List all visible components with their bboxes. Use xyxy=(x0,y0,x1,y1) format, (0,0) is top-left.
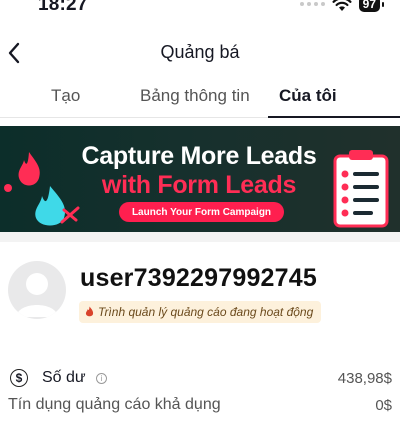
banner-headline: Capture More Leads xyxy=(81,142,317,170)
balance-label: Số dư xyxy=(42,369,86,386)
signal-icon xyxy=(299,2,325,6)
ad-credit-label: Tín dụng quảng cáo khả dụng xyxy=(8,396,221,413)
checklist-icon xyxy=(333,150,389,228)
balance-value: 438,98$ xyxy=(337,370,392,387)
launch-campaign-button[interactable]: Launch Your Form Campaign xyxy=(119,202,284,222)
banner-subheadline: with Form Leads xyxy=(101,171,297,199)
status-bar: 18:27 97 xyxy=(0,0,400,22)
balance-row[interactable]: $ Số dư i 438,98$ xyxy=(8,369,392,391)
tab-mine[interactable]: Của tôi xyxy=(279,86,337,106)
wifi-icon xyxy=(332,0,352,11)
flame-icon xyxy=(85,306,94,317)
status-badge-label: Trình quản lý quảng cáo đang hoạt động xyxy=(98,305,314,319)
section-divider xyxy=(0,232,400,242)
username: user7392297992745 xyxy=(80,264,317,292)
ad-credit-value: 0$ xyxy=(375,397,392,414)
tab-dashboard[interactable]: Bảng thông tin xyxy=(140,86,250,106)
ad-credit-row: Tín dụng quảng cáo khả dụng 0$ xyxy=(8,396,392,418)
dollar-icon: $ xyxy=(10,369,28,387)
promo-banner[interactable]: Capture More Leads with Form Leads Launc… xyxy=(0,126,400,232)
page-title: Quảng bá xyxy=(160,42,240,62)
tab-bar: Tạo Bảng thông tin Của tôi xyxy=(0,78,400,118)
dot-icon xyxy=(4,184,12,192)
tab-create[interactable]: Tạo xyxy=(51,86,80,106)
default-avatar-icon xyxy=(16,273,58,317)
header: Quảng bá xyxy=(0,32,400,76)
info-icon[interactable]: i xyxy=(96,373,107,384)
tab-active-indicator xyxy=(268,116,400,118)
avatar[interactable] xyxy=(8,261,66,319)
status-time: 18:27 xyxy=(38,0,88,15)
battery-icon: 97 xyxy=(358,0,380,12)
status-badge: Trình quản lý quảng cáo đang hoạt động xyxy=(79,301,322,323)
sparkle-icon xyxy=(60,206,80,224)
status-icons: 97 xyxy=(299,0,384,12)
